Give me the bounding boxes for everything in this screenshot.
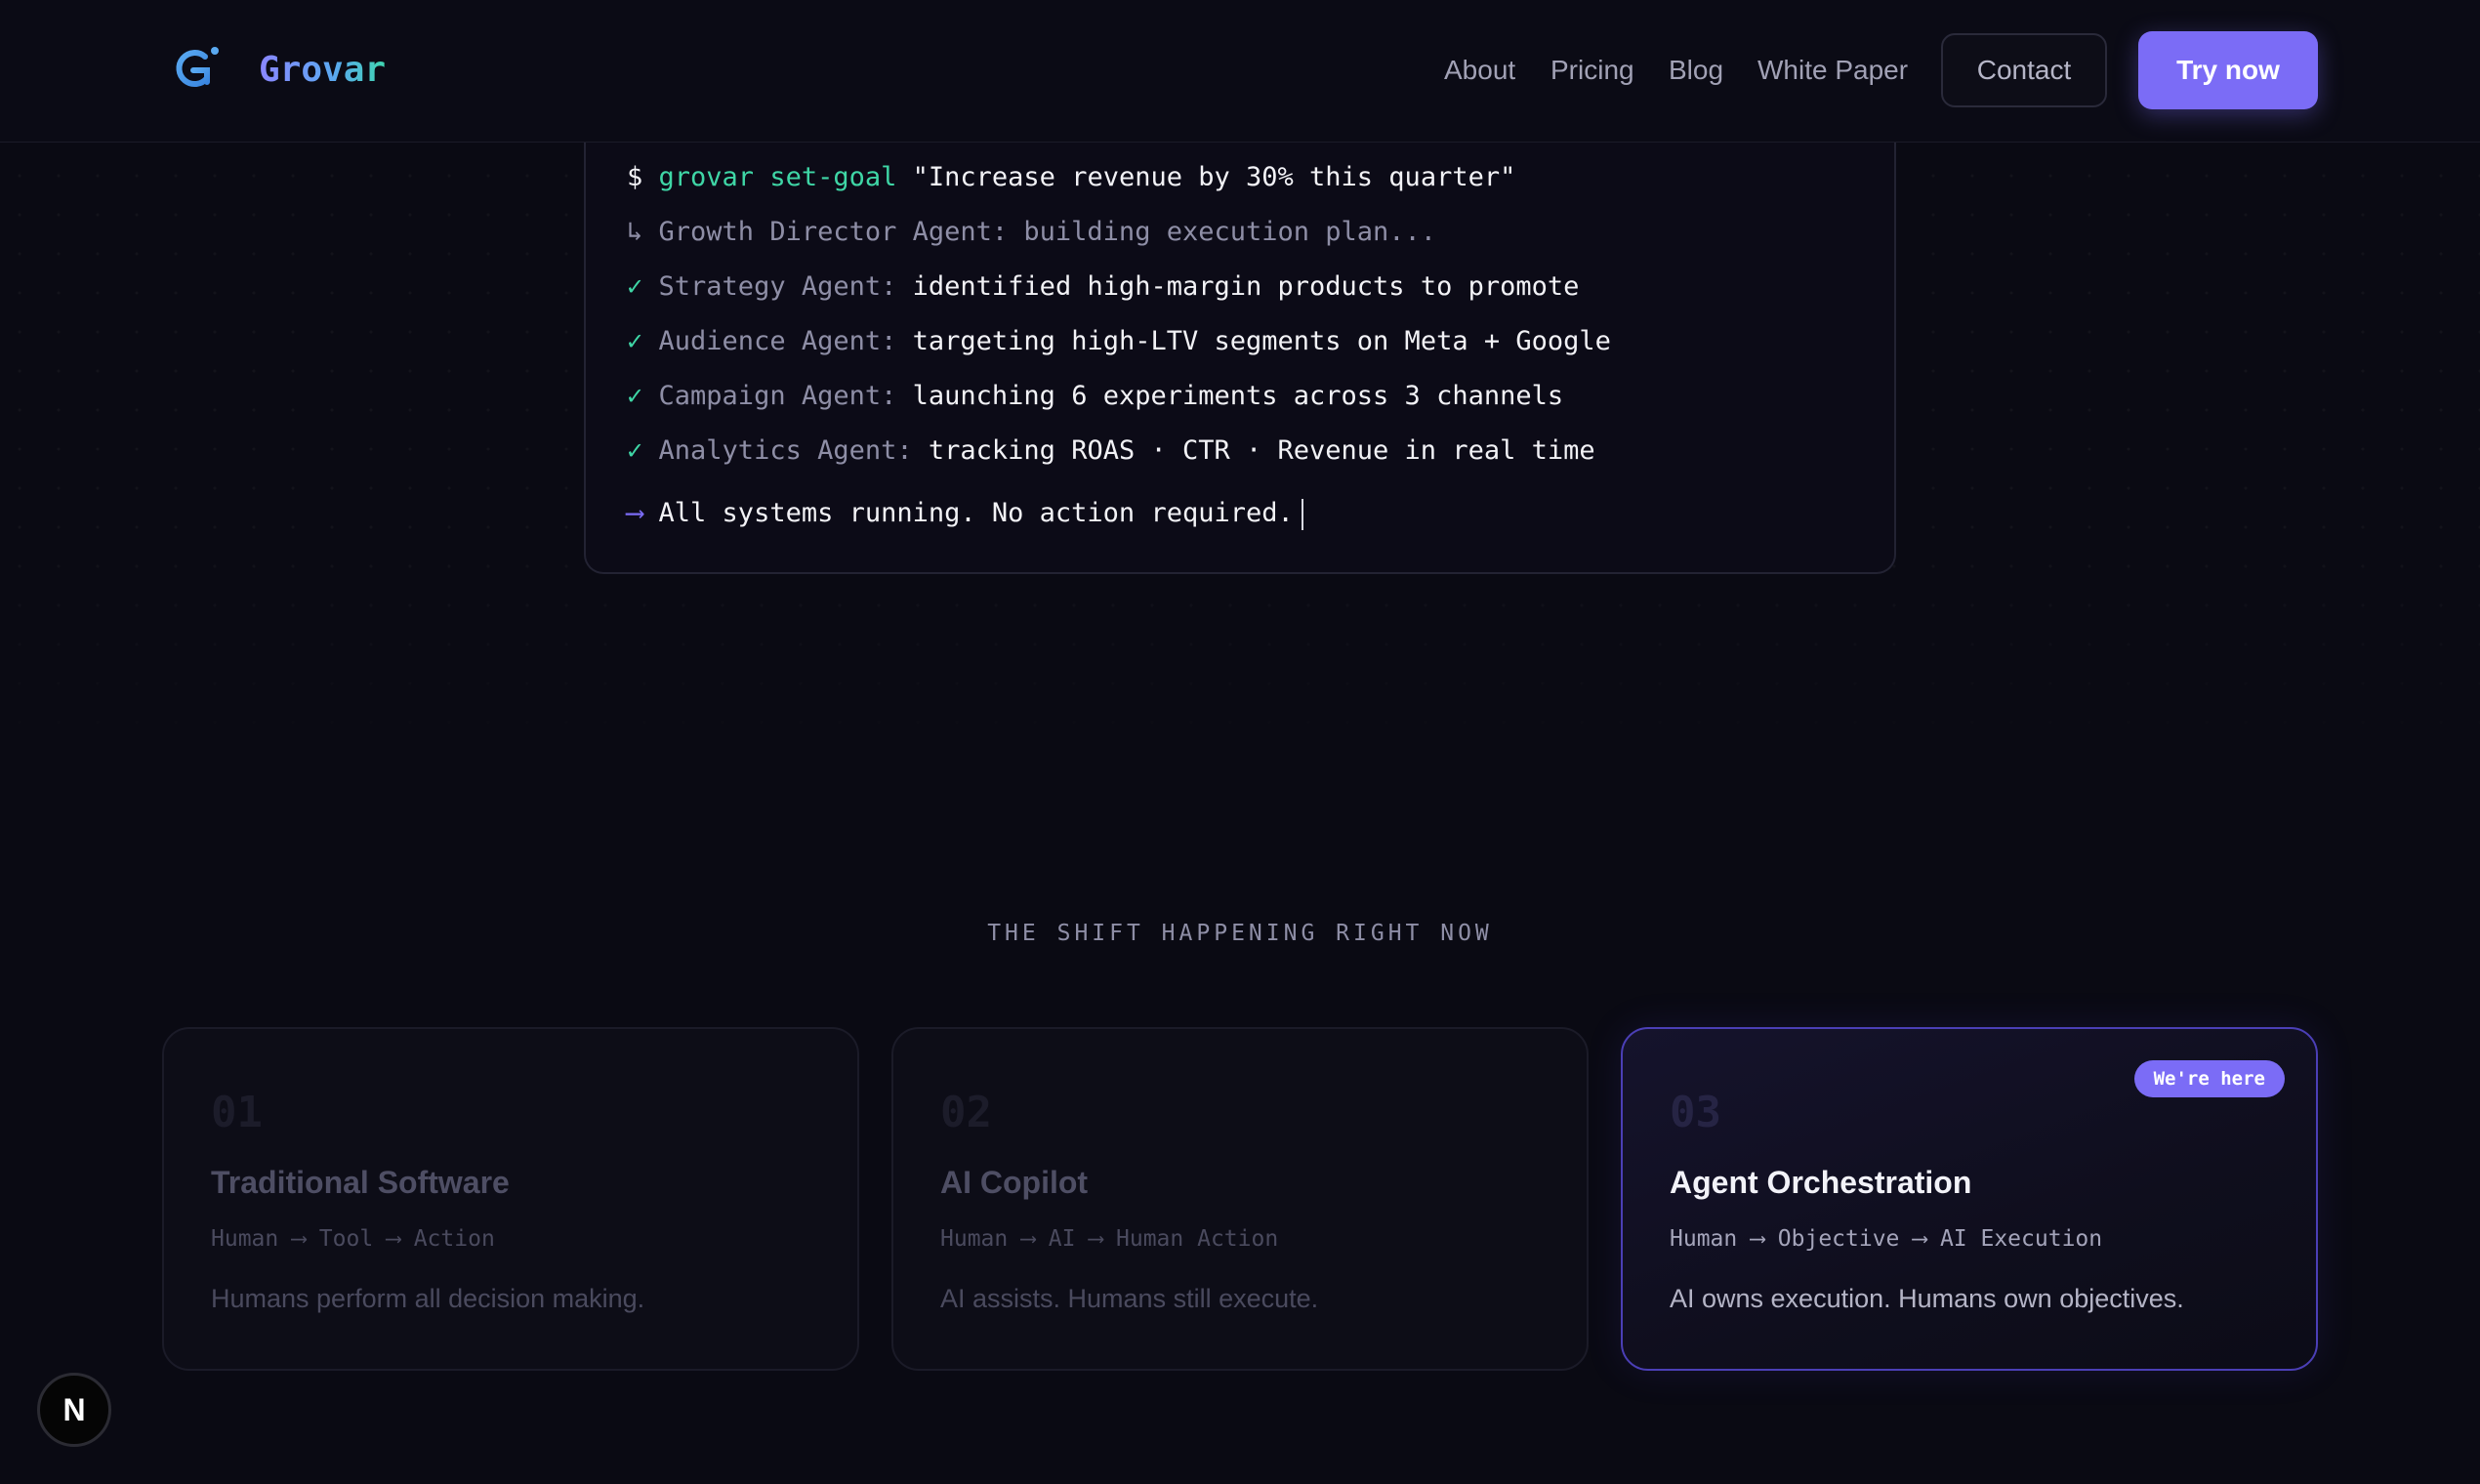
background-fade <box>0 547 2480 762</box>
card-number: 03 <box>1670 1088 1721 1137</box>
card-flow: Human ⟶ AI ⟶ Human Action <box>940 1226 1279 1252</box>
terminal-goal: "Increase revenue by 30% this quarter" <box>912 162 1516 192</box>
terminal-command-line: $ grovar set-goal "Increase revenue by 3… <box>627 158 1515 197</box>
dev-tools-badge[interactable]: N <box>37 1373 111 1447</box>
site-header: Grovar About Pricing Blog White Paper Co… <box>0 0 2480 143</box>
try-now-button[interactable]: Try now <box>2138 31 2318 109</box>
agent-name: Strategy Agent: <box>658 271 897 302</box>
terminal-director-line: ↳ Growth Director Agent: building execut… <box>627 213 1436 252</box>
terminal-command: grovar set-goal <box>658 162 897 192</box>
contact-button[interactable]: Contact <box>1941 33 2107 107</box>
nav-pricing[interactable]: Pricing <box>1550 51 1634 90</box>
arrow-right-icon: ⟶ <box>627 498 643 528</box>
nav-white-paper[interactable]: White Paper <box>1757 51 1908 90</box>
agent-status: targeting high-LTV segments on Meta + Go… <box>912 326 1611 356</box>
final-status: All systems running. No action required. <box>658 498 1294 528</box>
check-icon: ✓ <box>627 326 643 356</box>
terminal-agent-line: ✓ Campaign Agent: launching 6 experiment… <box>627 377 1563 416</box>
director-text: Growth Director Agent: building executio… <box>658 217 1437 247</box>
terminal-agent-line: ✓ Audience Agent: targeting high-LTV seg… <box>627 322 1611 361</box>
text-cursor <box>1301 498 1303 530</box>
card-description: AI owns execution. Humans own objectives… <box>1670 1284 2184 1313</box>
card-flow: Human ⟶ Objective ⟶ AI Execution <box>1670 1226 2103 1252</box>
terminal-agent-line: ✓ Analytics Agent: tracking ROAS · CTR ·… <box>627 432 1595 471</box>
terminal-agent-line: ✓ Strategy Agent: identified high-margin… <box>627 268 1579 307</box>
nav-blog[interactable]: Blog <box>1669 51 1723 90</box>
we-are-here-badge: We're here <box>2133 1060 2285 1097</box>
card-title: Traditional Software <box>211 1165 510 1200</box>
agent-name: Campaign Agent: <box>658 381 897 411</box>
card-description: Humans perform all decision making. <box>211 1284 645 1313</box>
card-title: AI Copilot <box>940 1165 1089 1200</box>
agent-status: tracking ROAS · CTR · Revenue in real ti… <box>928 435 1595 466</box>
terminal-window: $ grovar set-goal "Increase revenue by 3… <box>584 117 1896 574</box>
card-flow: Human ⟶ Tool ⟶ Action <box>211 1226 495 1252</box>
card-description: AI assists. Humans still execute. <box>940 1284 1319 1313</box>
agent-name: Audience Agent: <box>658 326 897 356</box>
card-number: 02 <box>940 1088 992 1137</box>
grovar-logo-icon[interactable] <box>174 43 223 94</box>
agent-status: launching 6 experiments across 3 channel… <box>912 381 1564 411</box>
card-title: Agent Orchestration <box>1670 1165 1972 1200</box>
nav-about[interactable]: About <box>1444 51 1515 90</box>
return-arrow-icon: ↳ <box>627 217 643 247</box>
brand-name[interactable]: Grovar <box>259 45 386 96</box>
shift-card-orchestration: We're here 03 Agent Orchestration Human … <box>1621 1027 2318 1371</box>
agent-name: Analytics Agent: <box>658 435 913 466</box>
shift-card-copilot: 02 AI Copilot Human ⟶ AI ⟶ Human Action … <box>891 1027 1589 1371</box>
section-eyebrow: THE SHIFT HAPPENING RIGHT NOW <box>987 921 1493 946</box>
check-icon: ✓ <box>627 381 643 411</box>
card-number: 01 <box>211 1088 263 1137</box>
agent-status: identified high-margin products to promo… <box>912 271 1580 302</box>
terminal-final-line: ⟶ All systems running. No action require… <box>627 494 1303 533</box>
check-icon: ✓ <box>627 435 643 466</box>
prompt-symbol: $ <box>627 162 643 192</box>
shift-card-traditional: 01 Traditional Software Human ⟶ Tool ⟶ A… <box>162 1027 859 1371</box>
check-icon: ✓ <box>627 271 643 302</box>
